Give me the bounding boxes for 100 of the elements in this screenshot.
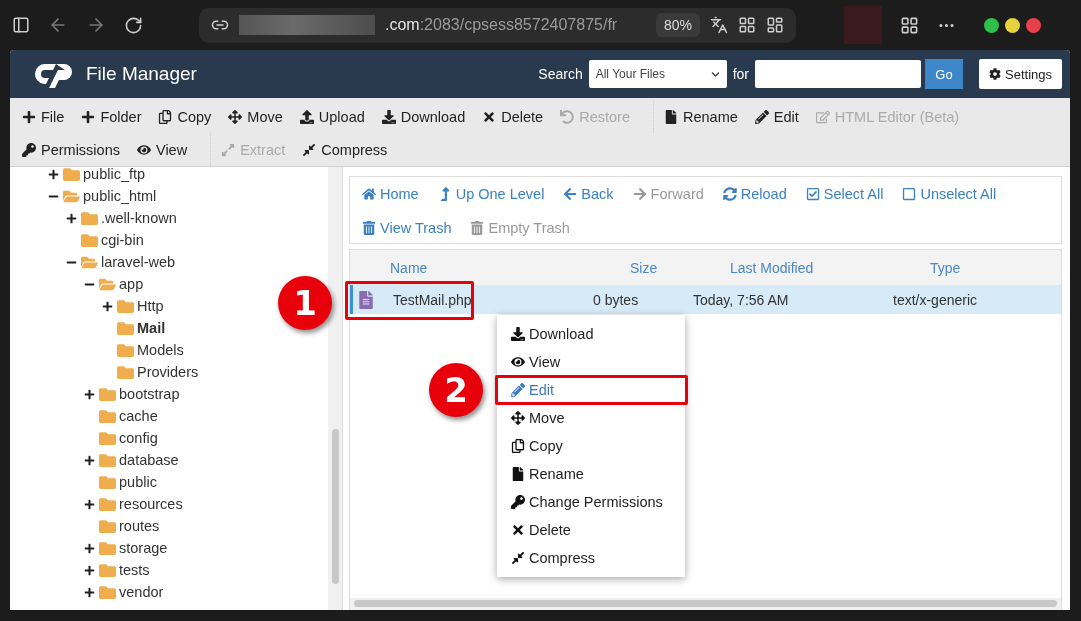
table-cell-text: Today, 7:56 AM xyxy=(693,291,790,308)
close-icon xyxy=(511,523,525,537)
sidebar-icon[interactable] xyxy=(12,16,30,34)
plus-icon[interactable] xyxy=(48,168,59,180)
panel-icon[interactable] xyxy=(766,16,784,34)
toolbar-button[interactable]: Edit xyxy=(754,108,816,125)
folder-icon xyxy=(117,319,134,337)
reload-icon[interactable] xyxy=(124,15,143,35)
tree-item[interactable]: storage xyxy=(48,537,168,559)
plus-icon xyxy=(22,109,36,124)
tree-item[interactable]: database xyxy=(48,449,179,471)
menu-item[interactable]: Move xyxy=(497,404,685,432)
tree-item[interactable]: .well-known xyxy=(48,207,177,229)
toolbar-button[interactable]: Copy xyxy=(158,108,229,125)
move-arrows-icon xyxy=(228,109,243,124)
tree-item[interactable]: laravel-web xyxy=(48,251,176,273)
tree-item[interactable]: Models xyxy=(48,339,184,361)
tree-item[interactable]: Providers xyxy=(48,361,199,383)
plus-icon[interactable] xyxy=(84,454,95,466)
toolbar-button[interactable]: Upload xyxy=(299,108,382,125)
file-row[interactable]: TestMail.php 0 bytes Today, 7:56 AM text/x-generic xyxy=(350,285,1061,314)
scope-select[interactable]: All Your Files xyxy=(588,60,727,88)
column-header[interactable]: Last Modified xyxy=(730,259,930,276)
tree-item[interactable]: bootstrap xyxy=(48,383,180,405)
plus-icon[interactable] xyxy=(66,212,77,224)
close-dot[interactable] xyxy=(1026,17,1041,33)
tree-item[interactable]: cgi-bin xyxy=(48,229,144,251)
search-field[interactable] xyxy=(755,60,921,88)
menu-item[interactable]: Delete xyxy=(497,516,685,544)
apps-icon[interactable] xyxy=(900,15,919,35)
zoom-badge[interactable]: 80% xyxy=(655,13,700,37)
tree-item[interactable]: public xyxy=(48,471,157,493)
tree-item[interactable]: public_ftp xyxy=(48,167,146,185)
toolbar-button[interactable]: Download xyxy=(381,108,483,125)
nav-button[interactable]: View Trash xyxy=(362,211,471,245)
arrow-right-icon xyxy=(632,187,647,201)
plus-icon[interactable] xyxy=(84,388,95,400)
trash-icon xyxy=(470,221,485,235)
settings-button[interactable]: Settings xyxy=(979,59,1062,89)
plus-icon[interactable] xyxy=(84,564,95,576)
url-path: :2083/cpsess8572407875/fr xyxy=(419,16,619,34)
menu-item[interactable]: Edit xyxy=(497,376,685,404)
tree-item[interactable]: tests xyxy=(48,559,150,581)
toolbar-button[interactable]: Rename xyxy=(663,108,755,125)
toolbar-button[interactable]: Folder xyxy=(81,108,159,125)
horizontal-scrollbar[interactable] xyxy=(350,598,1061,610)
grid-icon[interactable] xyxy=(738,16,756,34)
tree-item[interactable]: vendor xyxy=(48,581,164,603)
menu-item[interactable]: View xyxy=(497,348,685,376)
toolbar-button[interactable]: File xyxy=(22,108,82,125)
toolbar-button[interactable]: Move xyxy=(228,108,300,125)
toolbar-button[interactable]: Permissions xyxy=(22,141,137,158)
toolbar-button[interactable]: View xyxy=(136,141,205,158)
search-label: Search xyxy=(538,66,583,82)
translate-icon[interactable] xyxy=(710,16,728,34)
tree-item[interactable]: Http xyxy=(48,295,164,317)
column-header[interactable]: Type xyxy=(930,259,1061,276)
nav-button[interactable]: Select All xyxy=(805,177,903,211)
menu-item[interactable]: Change Permissions xyxy=(497,488,685,516)
plus-icon[interactable] xyxy=(84,542,95,554)
go-button[interactable]: Go xyxy=(925,59,963,89)
folder-icon xyxy=(99,407,116,425)
tree-item[interactable]: Mail xyxy=(48,317,166,339)
home-icon xyxy=(362,187,376,201)
nav-button[interactable]: Reload xyxy=(722,177,806,211)
menu-item[interactable]: Copy xyxy=(497,432,685,460)
toolbar-button[interactable]: Delete xyxy=(482,108,561,125)
edit-icon xyxy=(815,109,830,124)
undo-icon xyxy=(560,109,575,124)
menu-item[interactable]: Rename xyxy=(497,460,685,488)
tree-item[interactable]: public_html xyxy=(48,185,157,207)
table-cell-text: TestMail.php xyxy=(393,291,473,308)
folder-icon xyxy=(99,539,116,557)
scrollbar[interactable] xyxy=(328,167,342,610)
tree-item[interactable]: cache xyxy=(48,405,158,427)
folder-icon xyxy=(99,517,116,535)
column-header[interactable]: Name xyxy=(390,259,630,276)
tree-item[interactable]: resources xyxy=(48,493,183,515)
upload-icon xyxy=(299,109,314,124)
minimize-dot[interactable] xyxy=(984,17,999,33)
menu-item[interactable]: Compress xyxy=(497,544,685,572)
plus-icon[interactable] xyxy=(102,300,113,312)
tree-item[interactable]: config xyxy=(48,427,158,449)
maximize-dot[interactable] xyxy=(1005,17,1020,33)
key-icon xyxy=(22,142,36,157)
menu-item[interactable]: Download xyxy=(497,320,685,348)
toolbar-button[interactable]: Compress xyxy=(302,141,405,158)
nav-button[interactable]: Unselect All xyxy=(902,177,1016,211)
plus-icon[interactable] xyxy=(84,586,95,598)
tree-item[interactable]: routes xyxy=(48,515,160,537)
tree-item[interactable]: app xyxy=(48,273,144,295)
checkbox-checked-icon xyxy=(805,187,820,201)
nav-button[interactable]: Home xyxy=(362,177,438,211)
folder-icon xyxy=(99,561,116,579)
nav-button[interactable]: Up One Level xyxy=(437,177,564,211)
plus-icon[interactable] xyxy=(84,498,95,510)
checkbox-icon xyxy=(902,187,917,201)
address-bar[interactable]: .com:2083/cpsess8572407875/fr 80% xyxy=(199,7,796,43)
column-header[interactable]: Size xyxy=(630,259,730,276)
nav-button[interactable]: Back xyxy=(563,177,633,211)
